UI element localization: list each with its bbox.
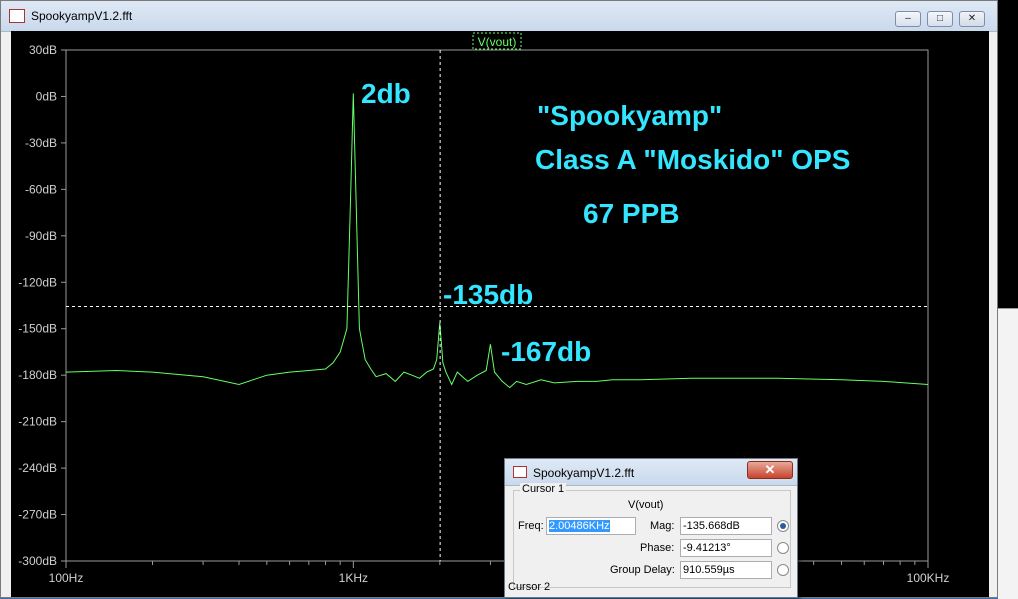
y-tick-label: -180dB (18, 368, 57, 382)
fft-window: SpookyampV1.2.fft – □ ✕ 30dB 0dB -30dB -60d… (0, 0, 998, 598)
cursor-dialog-title: SpookyampV1.2.fft (533, 466, 635, 480)
cursor1-label: Cursor 1 (520, 483, 567, 495)
group-delay-radio[interactable] (777, 564, 789, 576)
y-tick-label: -90dB (25, 229, 57, 243)
maximize-button[interactable]: □ (927, 11, 953, 27)
window-title: SpookyampV1.2.fft (31, 9, 133, 23)
annotation-harmonic3: -167db (501, 336, 591, 367)
cursor-dialog-title-bar[interactable]: SpookyampV1.2.fft ✕ (505, 459, 797, 486)
cursor-dialog-close-button[interactable]: ✕ (747, 461, 793, 479)
phase-field[interactable]: -9.41213° (680, 539, 772, 557)
y-tick-label: -210dB (18, 415, 57, 429)
plot-area[interactable]: 30dB 0dB -30dB -60dB -90dB -120dB -150dB -180dB… (11, 31, 989, 597)
y-tick-label: -240dB (18, 461, 57, 475)
group-delay-field[interactable]: 910.559µs (680, 561, 772, 579)
freq-label: Freq: (518, 520, 544, 532)
fft-chart[interactable]: 30dB 0dB -30dB -60dB -90dB -120dB -150dB -180dB… (11, 31, 989, 597)
close-button[interactable]: ✕ (959, 11, 985, 27)
cursor1-group: Cursor 1 V(vout) Freq: 2.00486KHz Mag: -… (513, 483, 791, 588)
group-delay-label: Group Delay: (610, 564, 675, 576)
x-tick-label: 1KHz (339, 571, 368, 585)
y-tick-label: 30dB (29, 43, 57, 57)
background-window (998, 0, 1018, 599)
x-tick-label: 100Hz (49, 571, 84, 585)
y-tick-label: -270dB (18, 508, 57, 522)
cursor2-label: Cursor 2 (508, 581, 551, 593)
y-tick-label: -150dB (18, 322, 57, 336)
trace-label[interactable]: V(vout) (478, 35, 517, 49)
y-tick-label: -30dB (25, 136, 57, 150)
mag-radio[interactable] (777, 520, 789, 532)
freq-value: 2.00486KHz (549, 520, 610, 532)
y-tick-label: -120dB (18, 275, 57, 289)
annotation-subtitle: Class A "Moskido" OPS (535, 144, 850, 175)
minimize-button[interactable]: – (895, 11, 921, 27)
phase-label: Phase: (640, 542, 675, 554)
phase-radio[interactable] (777, 542, 789, 554)
ltspice-waveform-icon (513, 466, 527, 478)
mag-label: Mag: (650, 520, 675, 532)
mag-field[interactable]: -135.668dB (680, 517, 772, 535)
x-tick-label: 100KHz (907, 571, 950, 585)
annotation-peak: 2db (361, 78, 411, 109)
annotation-harmonic2: -135db (443, 279, 533, 310)
cursor1-trace: V(vout) (628, 499, 664, 511)
title-bar[interactable]: SpookyampV1.2.fft – □ ✕ (1, 1, 997, 32)
freq-field[interactable]: 2.00486KHz (546, 517, 636, 535)
background-window-pane (998, 308, 1018, 599)
series-line-vout (65, 93, 929, 389)
cursor-dialog: SpookyampV1.2.fft ✕ Cursor 1 V(vout) Fre… (504, 458, 798, 598)
annotation-ppb: 67 PPB (583, 198, 680, 229)
y-tick-label: -300dB (18, 554, 57, 568)
annotation-name: "Spookyamp" (537, 100, 722, 131)
y-tick-label: 0dB (36, 89, 57, 103)
y-tick-label: -60dB (25, 182, 57, 196)
ltspice-waveform-icon (9, 9, 25, 23)
